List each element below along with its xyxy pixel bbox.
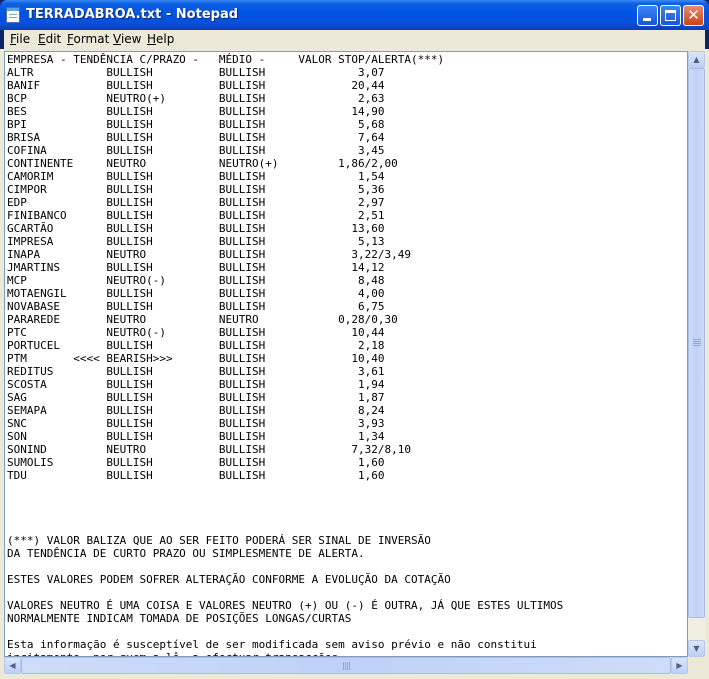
arrow-up-icon: ▲ [693,55,700,64]
document-text[interactable]: EMPRESA - TENDÊNCIA C/PRAZO - MÉDIO - VA… [7,53,563,656]
grip-icon [693,339,701,347]
menu-view[interactable]: View [113,32,141,46]
menu-format[interactable]: Format [67,32,109,46]
window-title: TERRADABROA.txt - Notepad [26,7,239,22]
scroll-left-button[interactable]: ◀ [4,657,21,674]
close-button[interactable]: ✕ [683,5,704,26]
horizontal-scrollbar[interactable]: ◀ ▶ [4,657,688,674]
minimize-button[interactable] [637,5,658,26]
title-bar[interactable]: TERRADABROA.txt - Notepad ✕ [0,0,709,30]
minimize-icon [643,18,651,21]
horizontal-scroll-thumb[interactable] [21,657,671,674]
maximize-icon [665,10,676,21]
menu-file[interactable]: File [10,32,30,46]
size-grip[interactable] [688,657,705,674]
arrow-right-icon: ▶ [676,661,683,670]
vertical-scrollbar[interactable]: ▲ ▼ [688,51,705,657]
maximize-button[interactable] [660,5,681,26]
notepad-window: TERRADABROA.txt - Notepad ✕ File Edit Fo… [0,0,709,679]
menu-bar: File Edit Format View Help [4,30,705,49]
text-editor[interactable]: EMPRESA - TENDÊNCIA C/PRAZO - MÉDIO - VA… [4,51,688,657]
scroll-down-button[interactable]: ▼ [688,640,705,657]
vertical-scroll-thumb[interactable] [688,68,705,618]
close-icon: ✕ [687,6,700,24]
scroll-up-button[interactable]: ▲ [688,51,705,68]
menu-help[interactable]: Help [147,32,174,46]
menu-edit[interactable]: Edit [38,32,61,46]
scroll-right-button[interactable]: ▶ [671,657,688,674]
arrow-left-icon: ◀ [9,661,16,670]
arrow-down-icon: ▼ [693,644,700,653]
grip-icon [343,662,351,670]
notepad-icon[interactable] [6,7,20,23]
